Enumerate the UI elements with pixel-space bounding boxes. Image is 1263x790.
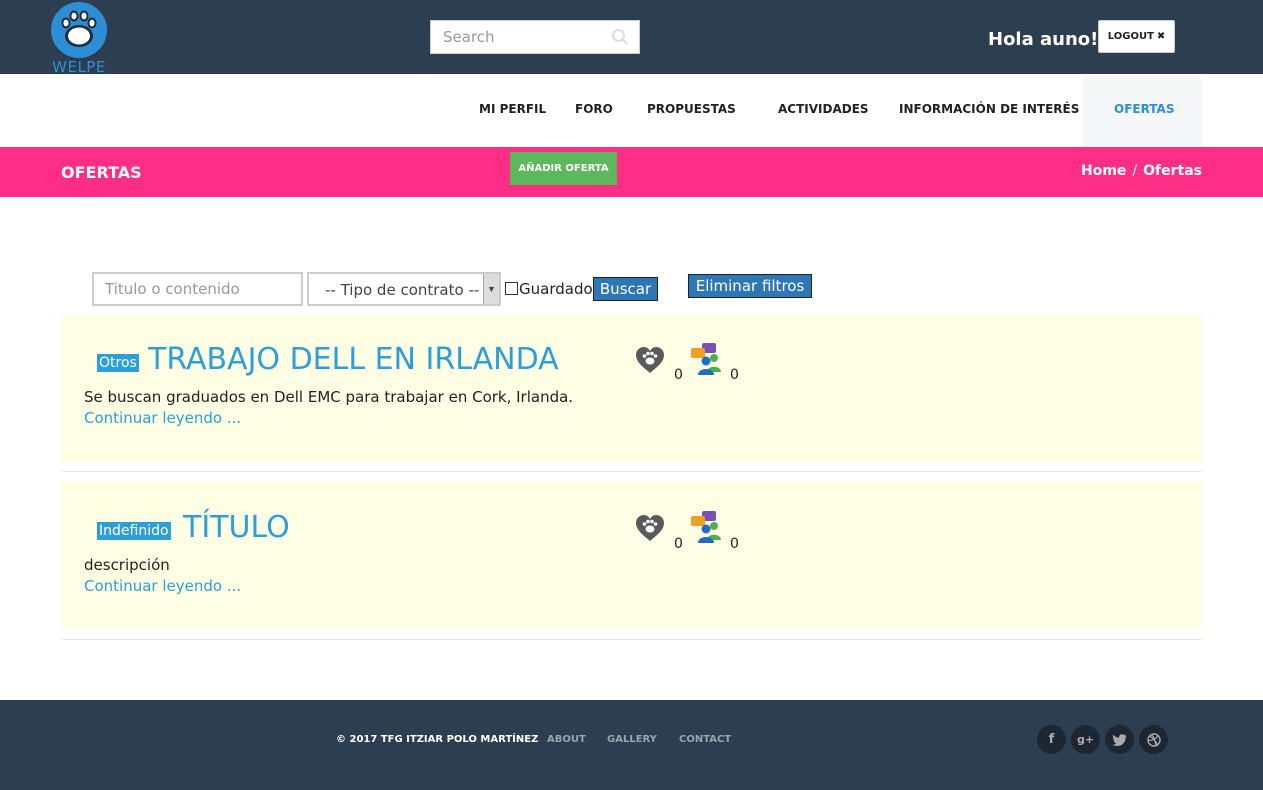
breadcrumb: Home / Ofertas bbox=[1081, 163, 1202, 179]
chevron-down-icon: ▼ bbox=[483, 274, 499, 304]
paw-logo-icon bbox=[51, 2, 107, 58]
footer: © 2017 TFG ITZIAR POLO MARTÍNEZ ABOUT GA… bbox=[0, 700, 1263, 790]
search-button[interactable]: Buscar bbox=[593, 277, 658, 301]
footer-link-gallery[interactable]: GALLERY bbox=[607, 734, 657, 745]
clear-filters-button[interactable]: Eliminar filtros bbox=[688, 274, 812, 298]
breadcrumb-separator: / bbox=[1132, 163, 1138, 179]
welpe-logo[interactable]: WELPE bbox=[50, 2, 108, 76]
nav-item-ofertas[interactable]: OFERTAS bbox=[1114, 102, 1174, 116]
likes-count: 0 bbox=[674, 367, 683, 383]
nav-item-mi-perfil[interactable]: MI PERFIL bbox=[479, 102, 546, 116]
footer-link-about[interactable]: ABOUT bbox=[547, 734, 586, 745]
saved-checkbox[interactable] bbox=[505, 282, 518, 295]
copyright-text: © 2017 TFG ITZIAR POLO MARTÍNEZ bbox=[336, 734, 539, 745]
top-bar: WELPE Hola auno! LOGOUT ✖ bbox=[0, 0, 1263, 76]
offer-card: Indefinido TÍTULO descripción Continuar … bbox=[62, 482, 1202, 628]
page-title: OFERTAS bbox=[61, 163, 142, 182]
offer-title[interactable]: TÍTULO bbox=[183, 510, 290, 545]
footer-link-contact[interactable]: CONTACT bbox=[679, 734, 731, 745]
user-greeting: Hola auno! bbox=[988, 29, 1099, 50]
offer-card: Otros TRABAJO DELL EN IRLANDA Se buscan … bbox=[62, 314, 1202, 462]
close-icon: ✖ bbox=[1156, 31, 1166, 42]
logout-label: LOGOUT bbox=[1107, 31, 1154, 42]
comments-count: 0 bbox=[730, 536, 739, 552]
contract-type-value: -- Tipo de contrato -- bbox=[325, 281, 480, 299]
likes-count: 0 bbox=[674, 536, 683, 552]
search-input[interactable] bbox=[431, 21, 601, 53]
offer-title[interactable]: TRABAJO DELL EN IRLANDA bbox=[148, 342, 559, 377]
dribbble-icon[interactable] bbox=[1139, 725, 1168, 754]
divider bbox=[62, 471, 1202, 472]
main-nav: MI PERFIL FORO PROPUESTAS ACTIVIDADES IN… bbox=[0, 74, 1263, 147]
paw-heart-icon[interactable] bbox=[635, 514, 665, 547]
breadcrumb-home[interactable]: Home bbox=[1081, 163, 1126, 179]
search-box bbox=[430, 20, 640, 54]
read-more-link[interactable]: Continuar leyendo ... bbox=[84, 409, 241, 427]
nav-item-foro[interactable]: FORO bbox=[575, 102, 613, 116]
offer-tag: Indefinido bbox=[97, 522, 171, 540]
comments-users-icon[interactable] bbox=[690, 510, 726, 549]
nav-item-informacion[interactable]: INFORMACIÓN DE INTERÉS bbox=[899, 102, 1079, 116]
saved-label: Guardado bbox=[519, 280, 593, 298]
google-plus-icon[interactable]: g+ bbox=[1071, 725, 1100, 754]
offer-description: descripción bbox=[84, 556, 170, 574]
search-icon[interactable] bbox=[611, 28, 629, 51]
title-content-filter-input[interactable] bbox=[92, 272, 303, 306]
nav-item-propuestas[interactable]: PROPUESTAS bbox=[647, 102, 736, 116]
breadcrumb-current: Ofertas bbox=[1143, 163, 1202, 179]
logout-button[interactable]: LOGOUT ✖ bbox=[1098, 20, 1175, 53]
offer-tag: Otros bbox=[97, 354, 139, 372]
paw-heart-icon[interactable] bbox=[635, 346, 665, 379]
offer-description: Se buscan graduados en Dell EMC para tra… bbox=[84, 388, 574, 406]
contract-type-select[interactable]: -- Tipo de contrato -- ▼ bbox=[307, 272, 501, 306]
twitter-icon[interactable] bbox=[1105, 725, 1134, 754]
read-more-link[interactable]: Continuar leyendo ... bbox=[84, 577, 241, 595]
comments-count: 0 bbox=[730, 367, 739, 383]
comments-users-icon[interactable] bbox=[690, 342, 726, 381]
page-header-bar: OFERTAS AÑADIR OFERTA Home / Ofertas bbox=[0, 147, 1263, 197]
nav-item-actividades[interactable]: ACTIVIDADES bbox=[778, 102, 869, 116]
facebook-icon[interactable]: f bbox=[1037, 725, 1066, 754]
divider bbox=[62, 639, 1202, 640]
add-offer-button[interactable]: AÑADIR OFERTA bbox=[510, 152, 617, 185]
